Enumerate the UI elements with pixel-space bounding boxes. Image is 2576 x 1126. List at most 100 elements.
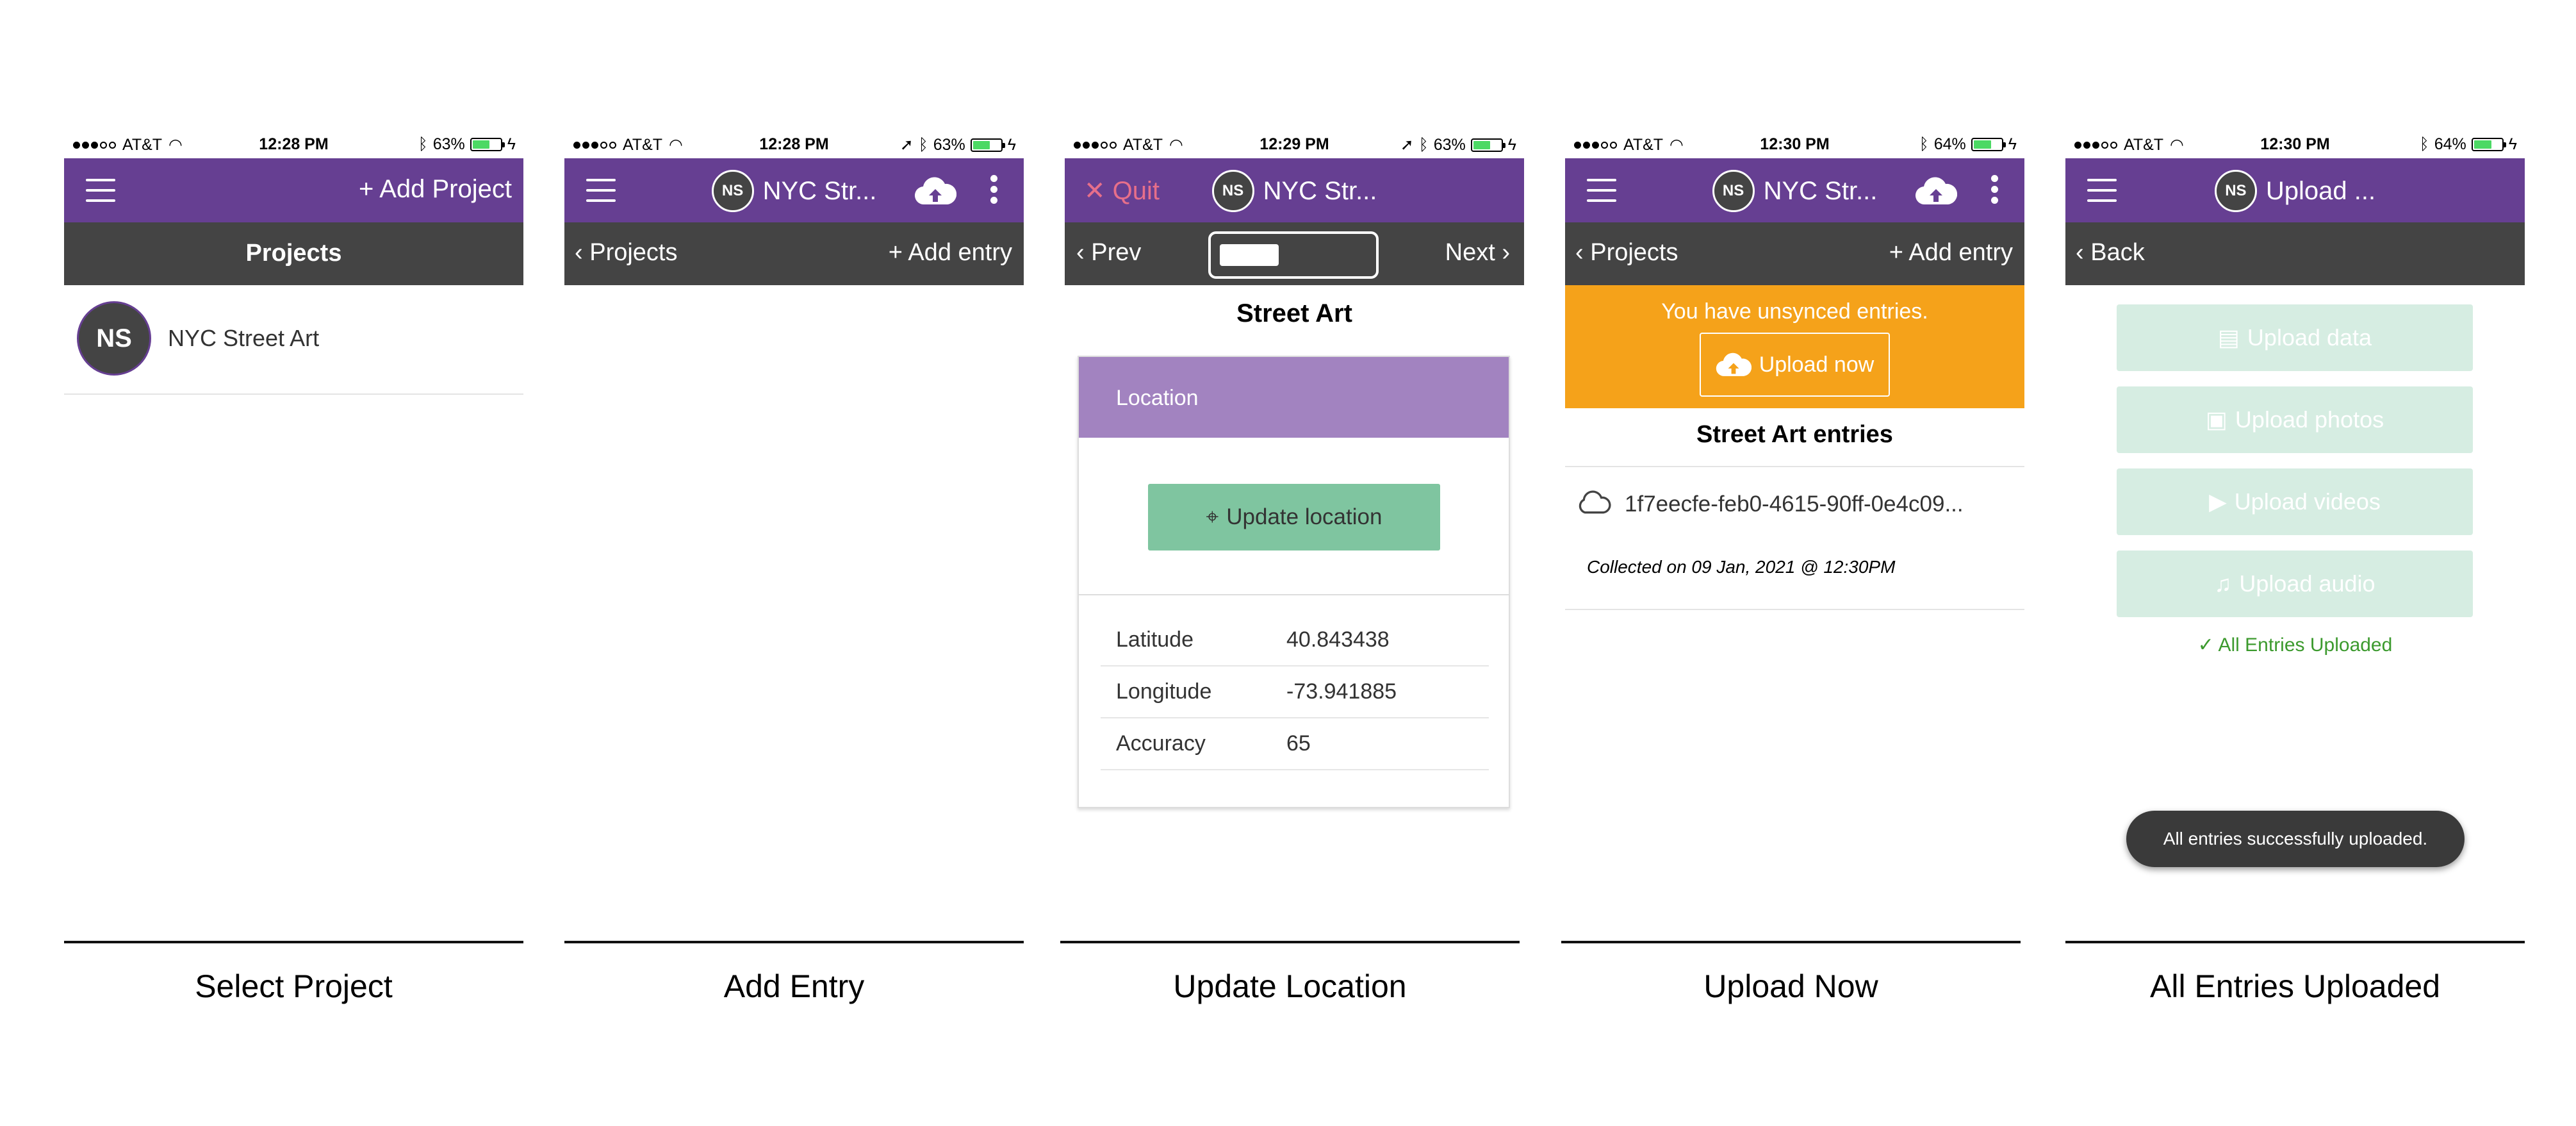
back-button[interactable]: ‹ Back [2076,239,2145,267]
update-location-label: Update location [1226,504,1382,529]
project-name: NYC Street Art [168,325,320,351]
back-projects-button[interactable]: ‹ Projects [1575,239,1678,267]
chevron-right-icon: › [1495,239,1510,266]
card-header: Location [1079,357,1509,438]
project-list-item[interactable]: NS NYC Street Art [64,285,523,395]
status-bar: AT&T ◠ 12:30 PM ᛒ 64% ϟ [2065,131,2525,156]
prev-button[interactable]: ‹ Prev [1076,239,1141,267]
caption-divider [1561,941,2021,943]
bluetooth-icon: ᛒ [2419,135,2429,153]
battery-icon [470,138,505,151]
top-bar: NS Upload ... [2065,158,2525,222]
charging-icon: ϟ [1507,135,1516,154]
upload-now-button[interactable]: Upload now [1700,333,1890,397]
file-icon: ▤ [2217,324,2240,351]
upload-audio-button[interactable]: ♫ Upload audio [2117,551,2473,617]
screen-upload-now: AT&T ◠ 12:30 PM ᛒ 64% ϟ NS NYC Str... ‹ Pro… [1565,131,2024,947]
upload-photos-button[interactable]: ▣ Upload photos [2117,386,2473,453]
sub-bar: ‹ Back [2065,222,2525,285]
location-table: Latitude 40.843438 Longitude -73.941885 Ac… [1101,615,1489,770]
caption-select-project: Select Project [195,968,393,1004]
upload-photos-label: Upload photos [2235,406,2384,433]
upload-videos-button[interactable]: ▶ Upload videos [2117,468,2473,535]
cloud-upload-icon[interactable] [914,176,957,209]
images-icon: ▣ [2205,406,2227,433]
status-bar: AT&T ◠ 12:28 PM ᛒ 63% ϟ [64,131,523,156]
upload-data-label: Upload data [2247,324,2372,351]
table-row: Longitude -73.941885 [1101,666,1489,718]
status-bar: AT&T ◠ 12:29 PM ➚ ᛒ 63% ϟ [1065,131,1524,156]
upload-data-button[interactable]: ▤ Upload data [2117,304,2473,371]
project-avatar: NS [77,301,151,376]
location-card: Location ⌖ Update location Latitude 40.843… [1078,356,1510,808]
caption-divider [64,941,523,943]
more-options-icon[interactable] [1991,175,1999,208]
table-row: Latitude 40.843438 [1101,615,1489,666]
music-note-icon: ♫ [2214,570,2232,597]
chevron-left-icon: ‹ [575,239,590,266]
entry-id: 1f7eecfe-feb0-4615-90ff-0e4c09... [1625,492,1964,517]
update-location-button[interactable]: ⌖ Update location [1148,484,1440,551]
charging-icon: ϟ [2008,135,2017,153]
sub-bar: ‹ Projects + Add entry [1565,222,2024,285]
status-bar: AT&T ◠ 12:28 PM ➚ ᛒ 63% ϟ [564,131,1024,156]
video-camera-icon: ▶ [2209,488,2227,515]
menu-icon[interactable] [86,179,115,202]
sub-bar: ‹ Projects + Add entry [564,222,1024,285]
row-value: 65 [1286,731,1311,756]
battery-icon [1470,138,1505,152]
table-row: Accuracy 65 [1101,718,1489,770]
cloud-upload-icon[interactable] [1915,176,1958,209]
caption-update-location: Update Location [1173,968,1407,1004]
cloud-outline-icon [1575,490,1612,518]
crosshair-icon: ⌖ [1206,504,1219,529]
upload-audio-label: Upload audio [2239,570,2375,597]
cloud-upload-icon [1716,352,1752,376]
back-label: Back [2090,239,2145,266]
location-arrow-icon: ➚ [899,136,914,154]
chevron-left-icon: ‹ [2076,239,2091,266]
bluetooth-icon: ᛒ [1418,135,1429,154]
upload-videos-label: Upload videos [2234,488,2381,515]
back-projects-button[interactable]: ‹ Projects [575,239,678,267]
battery-percent: 63% [432,135,465,153]
battery-percent: 63% [933,135,965,154]
screen-update-location: AT&T ◠ 12:29 PM ➚ ᛒ 63% ϟ ✕ Quit NS NYC Str.… [1065,131,1524,947]
battery-icon [2471,138,2506,151]
chevron-left-icon: ‹ [1076,239,1092,266]
project-title-text: NYC Str... [1763,176,1878,205]
more-options-icon[interactable] [990,175,998,208]
page-title-text: Upload ... [2265,176,2376,205]
caption-all-entries-uploaded: All Entries Uploaded [2149,968,2441,1004]
caption-upload-now: Upload Now [1703,968,1878,1004]
entry-list-item[interactable]: 1f7eecfe-feb0-4615-90ff-0e4c09... Collec… [1565,466,2024,610]
progress-fill [1220,244,1279,266]
battery-icon [970,138,1005,152]
chevron-left-icon: ‹ [1575,239,1591,266]
location-arrow-icon: ➚ [1400,136,1414,154]
add-entry-button[interactable]: + Add entry [1889,239,2013,267]
project-avatar: NS [2214,170,2257,212]
top-bar: ✕ Quit NS NYC Str... [1065,158,1524,222]
charging-icon: ϟ [1007,135,1016,154]
add-project-button[interactable]: + Add Project [359,175,512,204]
add-entry-button[interactable]: + Add entry [889,239,1012,267]
row-value: -73.941885 [1286,679,1397,704]
row-value: 40.843438 [1286,627,1390,652]
battery-percent: 64% [2434,135,2466,153]
charging-icon: ϟ [2508,135,2517,153]
screen-add-entry: AT&T ◠ 12:28 PM ➚ ᛒ 63% ϟ NS NYC Str... ‹ Pr… [564,131,1024,947]
project-title-text: NYC Str... [1263,176,1377,205]
charging-icon: ϟ [507,135,516,153]
caption-divider [2065,941,2525,943]
status-bar: AT&T ◠ 12:30 PM ᛒ 64% ϟ [1565,131,2024,156]
top-bar: NS NYC Str... [564,158,1024,222]
progress-indicator [1208,231,1379,279]
top-bar: + Add Project [64,158,523,222]
project-title: NS NYC Str... [1065,170,1524,212]
next-button[interactable]: Next › [1445,239,1510,267]
bluetooth-icon: ᛒ [1919,135,1929,153]
unsynced-message: You have unsynced entries. [1661,299,1928,324]
project-avatar: NS [1712,170,1755,212]
bluetooth-icon: ᛒ [418,135,428,153]
